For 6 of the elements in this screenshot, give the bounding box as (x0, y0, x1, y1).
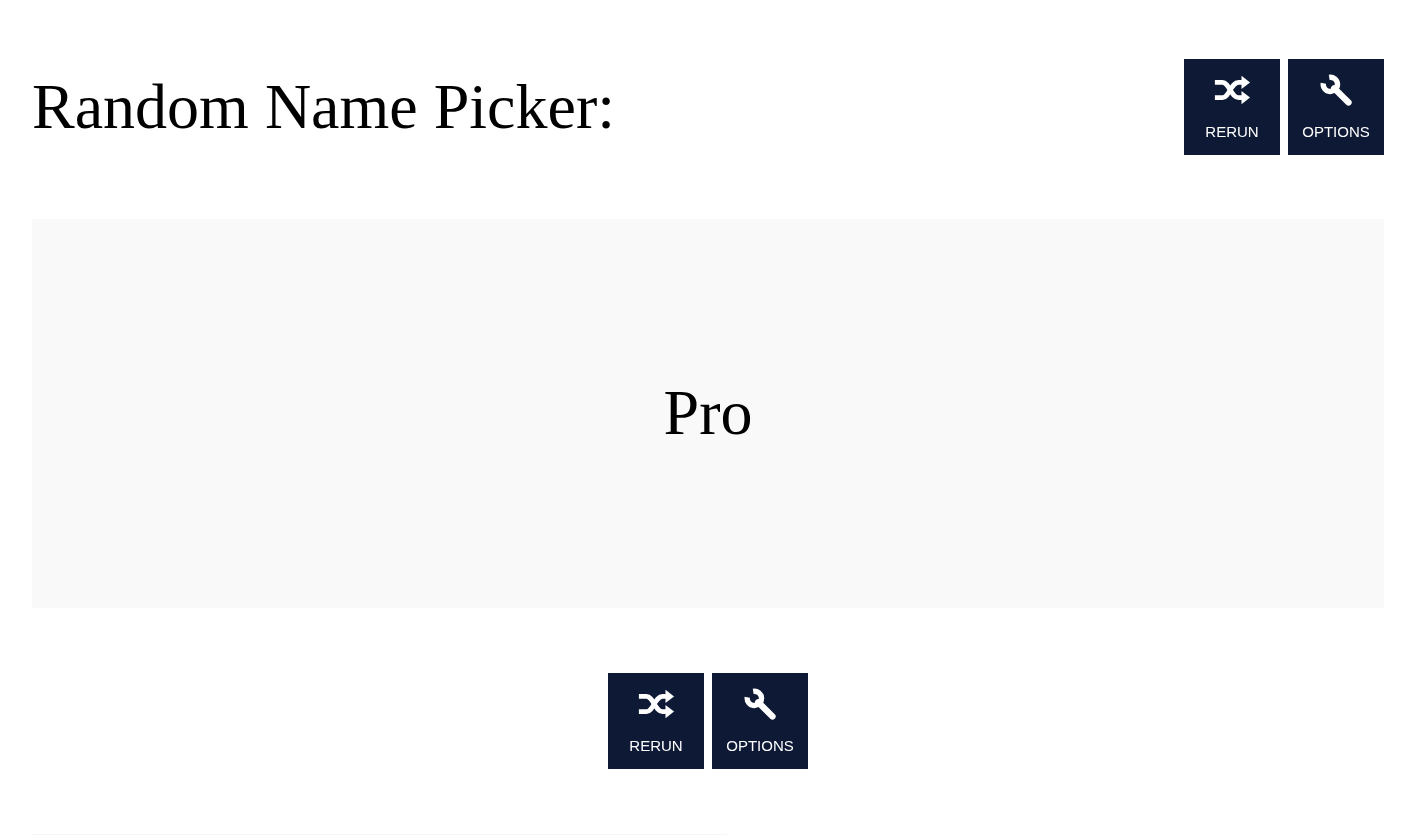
options-button[interactable]: OPTIONS (1288, 59, 1384, 155)
options-button[interactable]: OPTIONS (712, 673, 808, 769)
page-title: Random Name Picker: (32, 71, 615, 143)
picked-name: Pro (663, 378, 753, 449)
rerun-button[interactable]: RERUN (1184, 59, 1280, 155)
rerun-button[interactable]: RERUN (608, 673, 704, 769)
